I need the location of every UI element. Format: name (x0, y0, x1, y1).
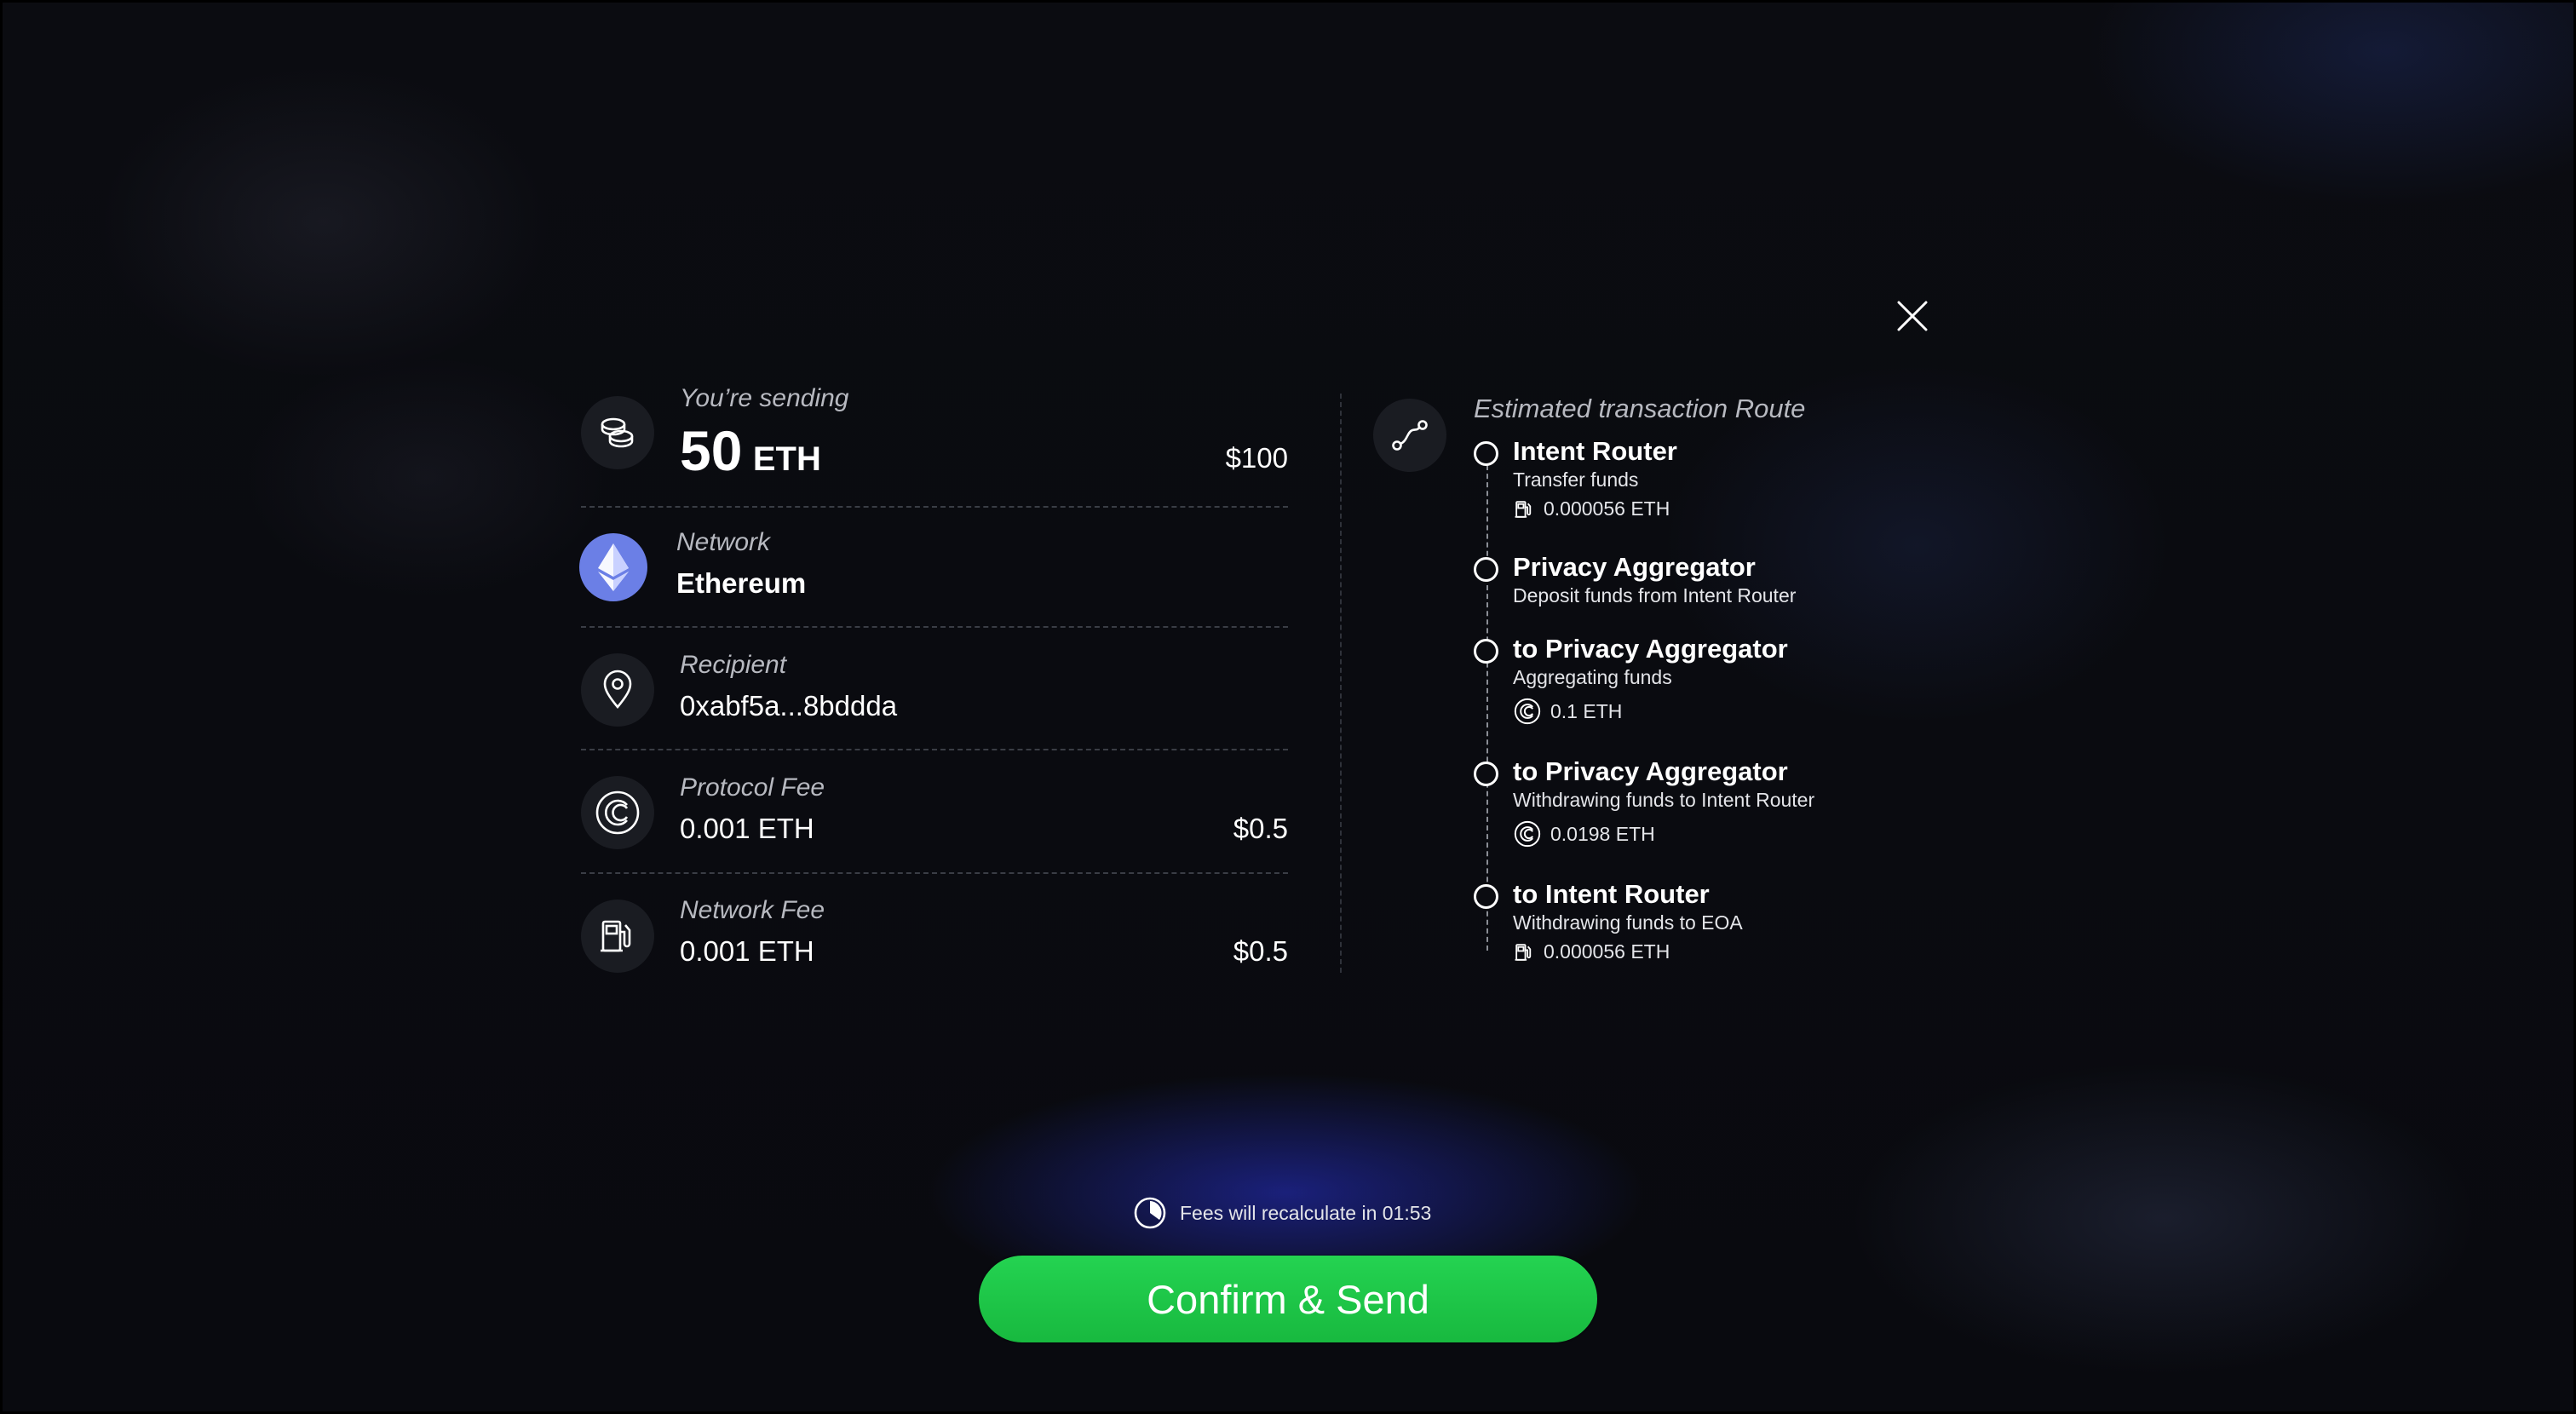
step-fee-value: 0.1 ETH (1550, 699, 1623, 722)
step-fee: 0.000056 ETH (1513, 497, 1670, 520)
timer-icon (1134, 1197, 1166, 1229)
step-dot (1474, 441, 1498, 466)
sending-row: You’re sending 50 ETH $100 (581, 384, 1288, 508)
protocol-fee-value: 0.001 ETH (680, 813, 814, 844)
step-description: Deposit funds from Intent Router (1513, 584, 1797, 606)
sending-label: You’re sending (680, 384, 849, 412)
coins-icon (581, 396, 654, 469)
recipient-value: 0xabf5a...8bddda (680, 690, 898, 721)
recipient-label: Recipient (680, 651, 787, 679)
timer-text: Fees will recalculate in 01:53 (1180, 1201, 1432, 1224)
confirm-send-button[interactable]: Confirm & Send (979, 1256, 1597, 1342)
network-value: Ethereum (676, 567, 807, 599)
step-description: Withdrawing funds to EOA (1513, 911, 1743, 934)
network-fee-row: Network Fee 0.001 ETH $0.5 (581, 874, 1288, 993)
route-timeline-line (1486, 465, 1488, 951)
fee-recalculate-timer: Fees will recalculate in 01:53 (1133, 1196, 1431, 1230)
protocol-icon (1514, 698, 1541, 725)
step-description: Aggregating funds (1513, 666, 1672, 688)
recipient-row: Recipient 0xabf5a...8bddda (581, 628, 1288, 750)
step-dot (1474, 557, 1498, 582)
ethereum-icon (579, 533, 647, 601)
protocol-icon (581, 776, 654, 849)
step-title: Intent Router (1513, 436, 1677, 466)
network-label: Network (676, 528, 771, 556)
protocol-fee-label: Protocol Fee (680, 773, 825, 802)
sending-amount-value: 50 (680, 419, 743, 482)
transaction-summary: You’re sending 50 ETH $100 Network Ether… (579, 384, 1288, 993)
network-fee-usd: $0.5 (1233, 935, 1288, 967)
step-description: Withdrawing funds to Intent Router (1513, 789, 1815, 811)
step-fee: 0.000056 ETH (1513, 940, 1670, 963)
close-icon (1897, 301, 1928, 331)
step-title: to Privacy Aggregator (1513, 756, 1788, 786)
sending-usd: $100 (1225, 442, 1288, 474)
protocol-icon (1514, 820, 1541, 848)
gas-pump-icon (1515, 943, 1532, 961)
transaction-route: Estimated transaction Route Intent Route… (1373, 394, 1969, 990)
route-title: Estimated transaction Route (1474, 394, 1806, 423)
location-pin-icon (581, 653, 654, 727)
step-fee: 0.0198 ETH (1513, 819, 1655, 848)
step-dot (1474, 762, 1498, 786)
step-fee-value: 0.000056 ETH (1544, 940, 1670, 963)
step-fee: 0.1 ETH (1513, 697, 1622, 726)
network-fee-value: 0.001 ETH (680, 935, 814, 967)
sending-amount: 50 ETH (680, 418, 821, 483)
close-button[interactable] (1893, 296, 1932, 336)
protocol-fee-usd: $0.5 (1233, 813, 1288, 844)
step-title: Privacy Aggregator (1513, 552, 1756, 582)
column-divider (1340, 394, 1342, 973)
route-icon (1373, 399, 1446, 472)
network-row: Network Ethereum (579, 508, 1288, 628)
gas-pump-icon (1515, 500, 1532, 518)
step-dot (1474, 884, 1498, 909)
step-title: to Intent Router (1513, 879, 1710, 909)
step-fee-value: 0.000056 ETH (1544, 497, 1670, 520)
sending-amount-unit: ETH (752, 440, 821, 478)
gas-pump-icon (581, 900, 654, 973)
step-description: Transfer funds (1513, 468, 1639, 491)
step-dot (1474, 639, 1498, 664)
step-title: to Privacy Aggregator (1513, 634, 1788, 664)
protocol-fee-row: Protocol Fee 0.001 ETH $0.5 (581, 750, 1288, 874)
network-fee-label: Network Fee (680, 896, 825, 924)
step-fee-value: 0.0198 ETH (1550, 822, 1655, 845)
